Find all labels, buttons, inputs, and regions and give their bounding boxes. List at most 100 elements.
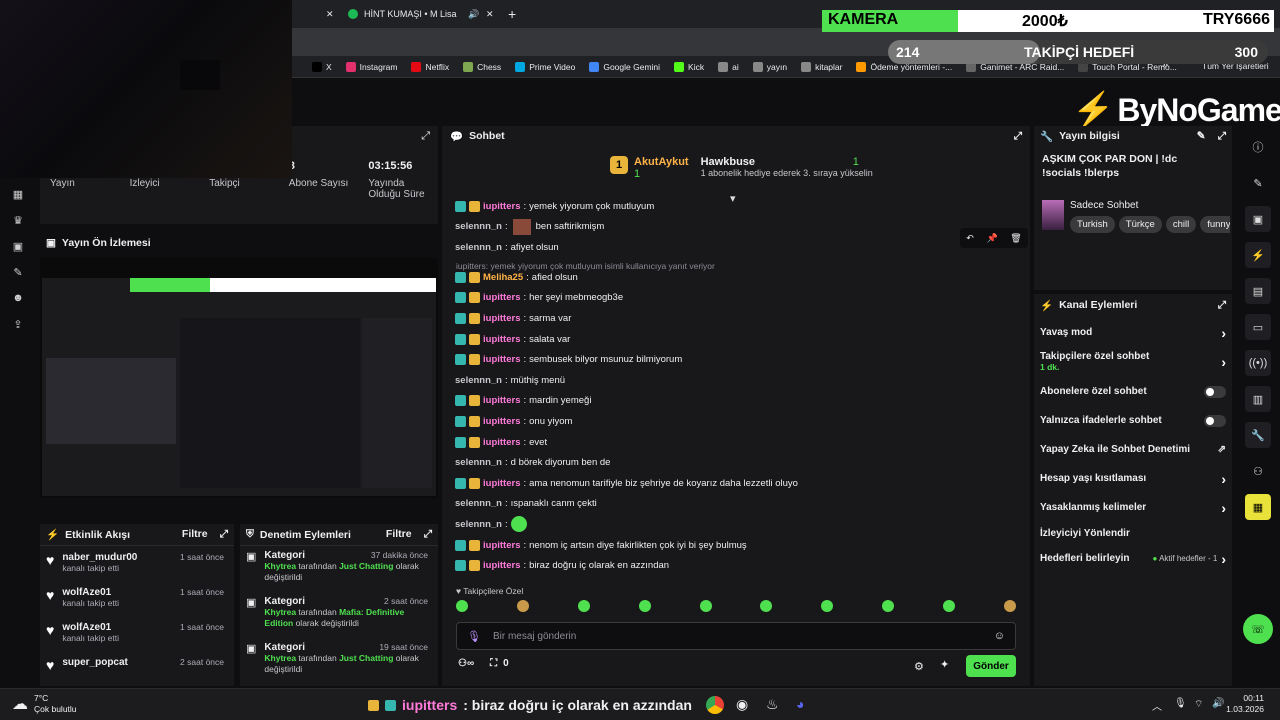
emote-icon[interactable] <box>577 600 590 612</box>
edit-icon[interactable]: ✎ <box>1245 170 1271 196</box>
chat-message[interactable]: iupitters: ama nenomun tarifiyle biz şeh… <box>442 473 1012 494</box>
bookmark-item[interactable]: Kick <box>674 61 704 72</box>
category-name[interactable]: Sadece Sohbet <box>1070 200 1230 211</box>
chat-bubble-icon[interactable]: ▭ <box>1245 314 1271 340</box>
chat-username[interactable]: iupitters <box>483 354 520 365</box>
edit-icon[interactable]: ✎ <box>1197 130 1206 143</box>
chat-username[interactable]: iupitters <box>483 313 520 324</box>
moderation-actor[interactable]: Khytrea <box>264 653 296 663</box>
top-gifter-2[interactable]: Hawkbuse <box>701 156 873 168</box>
bookmark-item[interactable]: Netflix <box>411 61 449 72</box>
chat-message[interactable]: selennn_n: ıspanaklı canm çekti <box>442 494 1012 515</box>
calendar-icon[interactable]: ▦ <box>1245 494 1271 520</box>
popout-icon[interactable]: ⤢ <box>1218 299 1226 312</box>
emote-icon[interactable] <box>760 600 773 612</box>
activity-user[interactable]: super_popcat <box>62 657 128 668</box>
chat-message[interactable]: iupitters: evet <box>442 432 1012 453</box>
chat-username[interactable]: iupitters <box>483 540 520 551</box>
settings-icon[interactable]: ⚙ <box>914 660 924 673</box>
bookmark-item[interactable]: ai <box>718 61 739 72</box>
bookmark-item[interactable]: Prime Video <box>515 61 575 72</box>
users-icon[interactable]: ⚇ <box>1245 458 1271 484</box>
wrench-icon[interactable]: ✎ <box>11 266 25 279</box>
users-icon[interactable]: ☻ <box>11 292 25 304</box>
activity-user[interactable]: naber_mudur00 <box>62 552 137 563</box>
bookmark-item[interactable]: Instagram <box>345 61 397 72</box>
chat-message[interactable]: iupitters: salata var <box>442 329 1012 350</box>
reply-icon[interactable]: ↶ <box>966 233 974 244</box>
stream-tag[interactable]: funny <box>1200 216 1230 233</box>
subs-chat-toggle[interactable] <box>1204 385 1226 398</box>
bookmark-item[interactable]: X <box>312 61 332 72</box>
steam-icon[interactable]: ♨ <box>766 696 779 713</box>
chat-message[interactable]: selennn_n: müthiş menü <box>442 370 1012 391</box>
gift-icon[interactable]: ⛶ <box>490 658 497 669</box>
mod-tools-icon[interactable]: ✦ <box>940 658 949 671</box>
chat-username[interactable]: iupitters <box>483 395 520 406</box>
emote-icon[interactable] <box>699 600 712 612</box>
chat-username[interactable]: selennn_n <box>455 375 502 386</box>
chat-message[interactable]: Meliha25: afied olsun <box>442 267 1012 288</box>
stream-tag[interactable]: Türkçe <box>1118 216 1162 233</box>
chat-message[interactable]: selennn_n: ben saftirikmişm <box>442 217 1012 238</box>
popout-icon[interactable]: ⤢ <box>220 528 228 541</box>
bolt-icon[interactable]: ⚡ <box>1245 242 1271 268</box>
emote-icon[interactable] <box>882 600 895 612</box>
pin-icon[interactable]: 📌 <box>986 233 997 244</box>
chat-username[interactable]: iupitters <box>483 560 520 571</box>
close-tab-icon[interactable]: ✕ <box>486 4 494 24</box>
age-limit-row[interactable]: Hesap yaşı kısıtlaması › <box>1034 464 1232 493</box>
chat-input[interactable]: 🎙 Bir mesaj gönderin ☺ <box>456 622 1016 650</box>
chat-username[interactable]: Meliha25 <box>483 272 523 283</box>
volume-icon[interactable]: 🔊 <box>1212 698 1224 709</box>
bookmark-item[interactable]: kitaplar <box>801 61 842 72</box>
emote-icon[interactable] <box>943 600 955 612</box>
wrench-icon[interactable]: 🔧 <box>1245 422 1271 448</box>
chat-message[interactable]: iupitters: mardin yemeği <box>442 391 1012 412</box>
stream-tag[interactable]: Turkish <box>1070 216 1115 233</box>
clock[interactable]: 00:11 1.03.2026 <box>1226 693 1264 715</box>
top-gifter-1[interactable]: AkutAykut <box>634 156 689 168</box>
banned-words-row[interactable]: Yasaklanmış kelimeler › <box>1034 493 1232 522</box>
moderation-filter-button[interactable]: Filtre <box>386 528 412 541</box>
tray-chevron-icon[interactable]: ︿ <box>1152 698 1162 713</box>
emote-icon[interactable] <box>516 600 529 612</box>
chat-message[interactable]: iupitters: her şeyi mebmeogb3e <box>442 288 1012 309</box>
stream-tag[interactable]: chill <box>1165 216 1197 233</box>
obs-icon[interactable]: ◉ <box>736 696 748 713</box>
broadcast-icon[interactable]: ((•)) <box>1245 350 1271 376</box>
chat-username[interactable]: selennn_n <box>455 457 502 468</box>
layout-icon[interactable]: ▥ <box>1245 386 1271 412</box>
popout-icon[interactable]: ⤢ <box>1014 130 1022 143</box>
chat-username[interactable]: iupitters <box>483 437 520 448</box>
moderation-actor[interactable]: Khytrea <box>264 607 296 617</box>
emoji-icon[interactable]: ☺ <box>994 630 1005 642</box>
bookmark-item[interactable]: Chess <box>463 61 501 72</box>
popout-icon[interactable]: ⤢ <box>421 130 430 143</box>
activity-user[interactable]: wolfAze01 <box>62 587 119 598</box>
chat-username[interactable]: iupitters <box>483 201 520 212</box>
chat-username[interactable]: selennn_n <box>455 519 502 530</box>
popout-icon[interactable]: ⤢ <box>1218 130 1226 143</box>
chat-message[interactable]: iupitters: yemek yiyorum çok mutluyum <box>442 196 1012 217</box>
emote-chat-toggle[interactable] <box>1204 414 1226 427</box>
chat-message[interactable]: selennn_n: d börek diyorum ben de <box>442 452 1012 473</box>
chrome-icon[interactable] <box>706 696 724 714</box>
popout-icon[interactable]: ⤢ <box>424 528 432 541</box>
chat-username[interactable]: selennn_n <box>455 242 502 253</box>
analytics-icon[interactable]: ▦ <box>11 188 25 201</box>
info-icon[interactable]: ⓘ <box>1245 134 1271 160</box>
ai-moderation-row[interactable]: Yapay Zeka ile Sohbet Denetimi ⇗ <box>1034 435 1232 464</box>
mic-icon[interactable]: 🎙 <box>1174 698 1187 709</box>
bookmark-item[interactable]: yayın <box>752 61 787 72</box>
clip-icon[interactable]: ▣ <box>1245 206 1271 232</box>
delete-icon[interactable]: 🗑 <box>1010 233 1021 244</box>
video-icon[interactable]: ▣ <box>11 240 25 253</box>
upload-icon[interactable]: ⇪ <box>11 318 25 331</box>
support-icon[interactable]: ☏ <box>1243 614 1273 644</box>
activity-filter-button[interactable]: Filtre <box>182 528 208 541</box>
redirect-row[interactable]: İzleyiciyi Yönlendir <box>1034 522 1232 544</box>
emote-icon[interactable] <box>821 600 834 612</box>
chat-message[interactable]: iupitters: onu yiyom <box>442 411 1012 432</box>
chat-message[interactable]: iupitters: biraz doğru iç olarak en azzı… <box>442 555 1012 576</box>
